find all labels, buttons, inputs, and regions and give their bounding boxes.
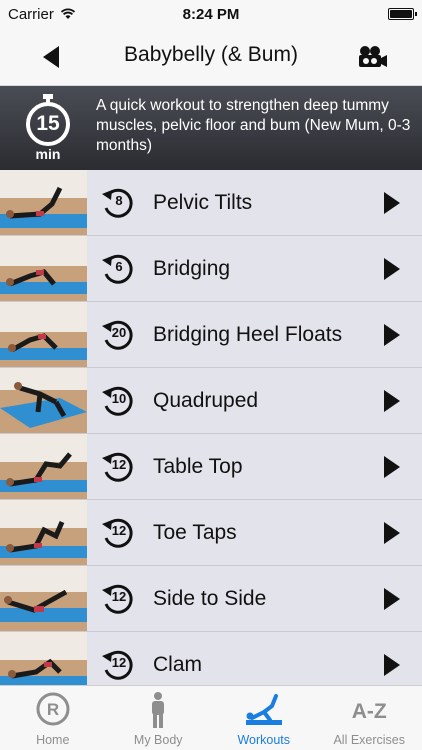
play-icon[interactable] xyxy=(384,324,400,346)
duration-badge: 15 min xyxy=(22,94,74,164)
workout-pose-icon xyxy=(245,694,282,725)
reps-badge: 20 xyxy=(100,318,136,352)
reps-badge: 10 xyxy=(100,384,136,418)
a-z-icon: A-Z xyxy=(351,700,387,723)
nav-bar: Babybelly (& Bum) xyxy=(0,28,422,86)
reps-count: 20 xyxy=(111,325,127,340)
r-logo-icon: R xyxy=(36,692,70,726)
exercise-thumbnail xyxy=(0,632,87,685)
reps-count: 8 xyxy=(115,193,123,208)
reps-count: 10 xyxy=(111,391,127,406)
exercise-thumbnail xyxy=(0,566,87,631)
duration-unit: min xyxy=(35,146,61,162)
reps-badge: 12 xyxy=(100,648,136,682)
reps-badge: 6 xyxy=(100,252,136,286)
exercise-row[interactable]: 10 Quadruped xyxy=(0,368,422,434)
exercise-list: 8 Pelvic Tilts 6 Bridging 20 Bridging He… xyxy=(0,170,422,685)
exercise-name: Clam xyxy=(153,653,203,676)
exercise-name: Toe Taps xyxy=(153,521,237,544)
exercise-row[interactable]: 12 Clam xyxy=(0,632,422,685)
status-bar: Carrier 8:24 PM xyxy=(0,0,422,28)
reps-badge: 12 xyxy=(100,582,136,616)
exercise-row[interactable]: 20 Bridging Heel Floats xyxy=(0,302,422,368)
status-time: 8:24 PM xyxy=(182,6,240,23)
play-icon[interactable] xyxy=(384,192,400,214)
tab-my-body-label: My Body xyxy=(133,733,183,747)
exercise-thumbnail xyxy=(0,302,87,367)
exercise-name: Bridging Heel Floats xyxy=(153,323,343,346)
tab-all-exercises[interactable]: A-Z All Exercises xyxy=(317,686,422,750)
video-camera-icon[interactable] xyxy=(356,44,388,70)
tab-all-exercises-label: All Exercises xyxy=(333,733,406,747)
tab-my-body[interactable]: My Body xyxy=(106,686,212,750)
exercise-name: Quadruped xyxy=(153,389,259,412)
tab-bar: R Home My Body Workouts A-Z All Exercise… xyxy=(0,685,422,750)
reps-badge: 12 xyxy=(100,450,136,484)
tab-workouts-label: Workouts xyxy=(237,733,291,747)
exercise-row[interactable]: 6 Bridging xyxy=(0,236,422,302)
reps-badge: 8 xyxy=(100,186,136,220)
reps-badge: 12 xyxy=(100,516,136,550)
person-icon xyxy=(152,692,165,728)
exercise-row[interactable]: 12 Side to Side xyxy=(0,566,422,632)
exercise-row[interactable]: 12 Table Top xyxy=(0,434,422,500)
exercise-name: Bridging xyxy=(153,257,231,280)
exercise-row[interactable]: 12 Toe Taps xyxy=(0,500,422,566)
exercise-thumbnail xyxy=(0,434,87,499)
exercise-name: Pelvic Tilts xyxy=(153,191,253,214)
play-icon[interactable] xyxy=(384,588,400,610)
tab-home[interactable]: R Home xyxy=(0,686,106,750)
exercise-thumbnail xyxy=(0,236,87,301)
play-icon[interactable] xyxy=(384,456,400,478)
duration-value: 15 xyxy=(36,112,60,135)
svg-text:R: R xyxy=(47,700,59,719)
workout-info-banner: 15 min A quick workout to strengthen dee… xyxy=(0,86,422,170)
reps-count: 12 xyxy=(111,523,127,538)
reps-count: 12 xyxy=(111,655,127,670)
play-icon[interactable] xyxy=(384,258,400,280)
exercise-thumbnail xyxy=(0,500,87,565)
reps-count: 12 xyxy=(111,457,127,472)
reps-count: 12 xyxy=(111,589,127,604)
workout-description: A quick workout to strengthen deep tummy… xyxy=(96,97,411,154)
battery-icon xyxy=(388,8,417,20)
exercise-name: Side to Side xyxy=(153,587,267,610)
exercise-thumbnail xyxy=(0,368,87,433)
play-icon[interactable] xyxy=(384,654,400,676)
exercise-name: Table Top xyxy=(153,455,243,478)
play-icon[interactable] xyxy=(384,390,400,412)
exercise-row[interactable]: 8 Pelvic Tilts xyxy=(0,170,422,236)
tab-workouts[interactable]: Workouts xyxy=(211,686,317,750)
exercise-thumbnail xyxy=(0,170,87,235)
tab-home-label: Home xyxy=(36,733,70,747)
play-icon[interactable] xyxy=(384,522,400,544)
reps-count: 6 xyxy=(115,259,123,274)
